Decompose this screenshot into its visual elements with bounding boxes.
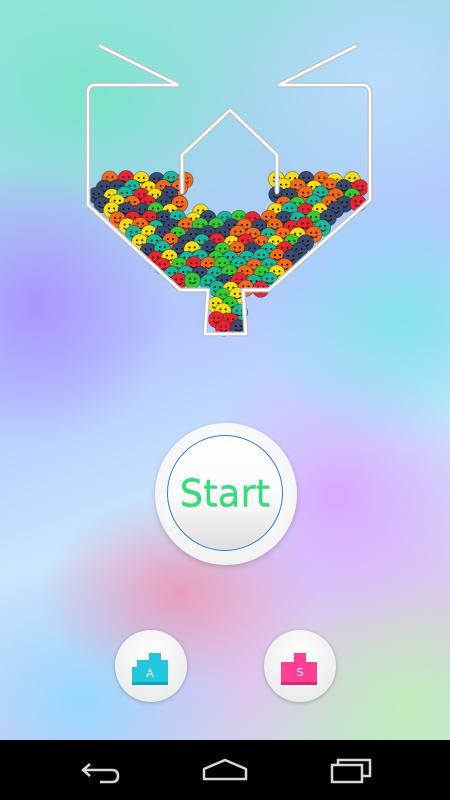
funnel-divider bbox=[180, 108, 279, 194]
mode-s-letter: S bbox=[297, 666, 304, 679]
mode-s-button[interactable]: S bbox=[264, 630, 336, 702]
home-icon[interactable] bbox=[200, 755, 250, 785]
mode-a-button[interactable]: A bbox=[115, 630, 187, 702]
ball-pile bbox=[87, 170, 369, 337]
recent-apps-icon[interactable] bbox=[328, 755, 376, 785]
start-label: Start bbox=[179, 471, 271, 515]
start-button-ring: Start bbox=[155, 423, 297, 565]
mode-a-letter: A bbox=[146, 667, 154, 680]
back-icon[interactable] bbox=[78, 755, 124, 785]
smiley-ball bbox=[183, 271, 202, 290]
system-nav-bar bbox=[0, 740, 450, 800]
mode-s-icon: S bbox=[281, 653, 317, 685]
game-scene bbox=[85, 43, 373, 337]
funnel-divider-outline bbox=[179, 107, 280, 195]
mode-a-icon: A bbox=[132, 653, 168, 685]
start-button[interactable]: Start bbox=[167, 435, 283, 551]
